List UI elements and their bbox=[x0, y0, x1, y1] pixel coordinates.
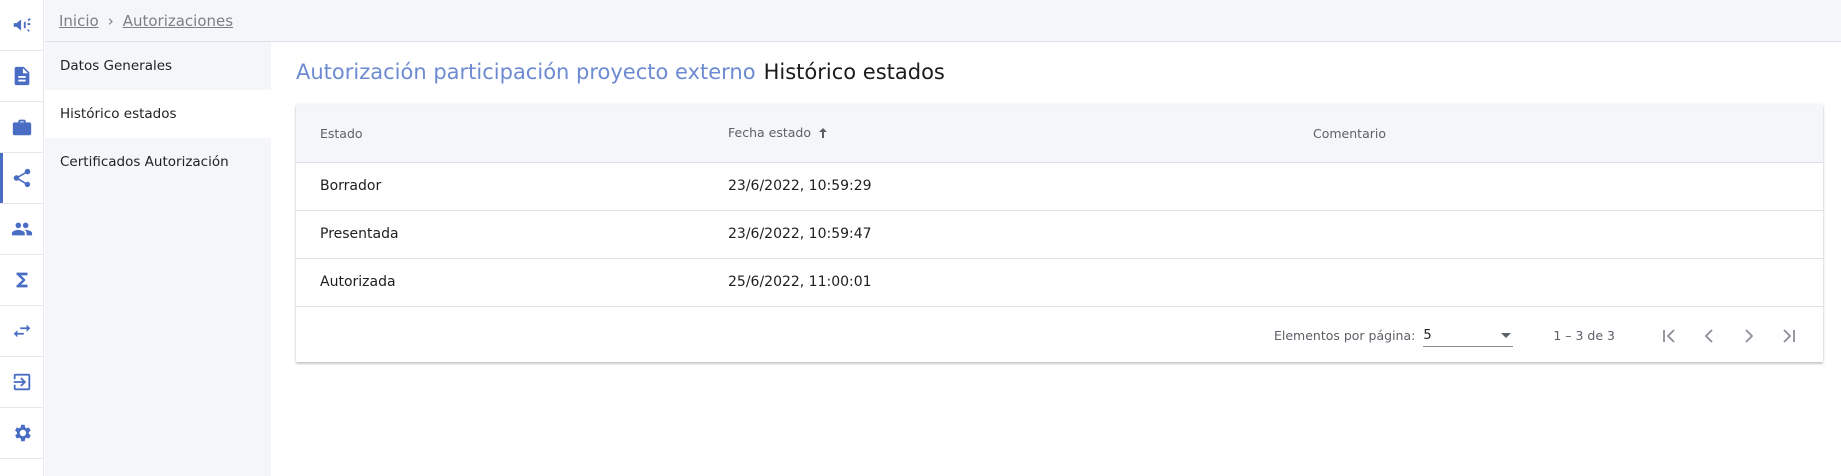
next-page-button[interactable] bbox=[1729, 316, 1769, 356]
chevron-down-icon bbox=[1501, 332, 1512, 338]
history-table-card: Estado Fecha estado Comentario Borrador … bbox=[296, 105, 1823, 362]
table-row: Autorizada 25/6/2022, 11:00:01 bbox=[296, 258, 1823, 307]
rail-item-documents[interactable] bbox=[0, 51, 44, 102]
first-page-icon bbox=[1663, 328, 1675, 343]
rail-item-people[interactable] bbox=[0, 204, 44, 255]
items-per-page-label: Elementos por página: bbox=[1273, 328, 1416, 343]
sigma-icon bbox=[16, 272, 28, 288]
rail-item-projects[interactable] bbox=[0, 102, 44, 153]
items-per-page-select[interactable]: 5 bbox=[1423, 325, 1514, 347]
rail-item-transfer[interactable] bbox=[0, 306, 44, 357]
chevron-right-icon bbox=[1745, 328, 1754, 343]
rail-item-logout[interactable] bbox=[0, 357, 44, 408]
nav-item-historico-estados[interactable]: Histórico estados bbox=[45, 90, 271, 138]
rail-item-settings[interactable] bbox=[0, 408, 44, 459]
column-header-fecha-label: Fecha estado bbox=[728, 124, 811, 140]
cell-comentario bbox=[1313, 210, 1823, 259]
breadcrumb-separator: › bbox=[107, 11, 114, 30]
nav-item-datos-generales[interactable]: Datos Generales bbox=[45, 42, 271, 90]
cell-fecha: 25/6/2022, 11:00:01 bbox=[728, 258, 1313, 307]
table-row: Presentada 23/6/2022, 10:59:47 bbox=[296, 210, 1823, 259]
share-icon bbox=[13, 168, 31, 188]
breadcrumb-current-link[interactable]: Autorizaciones bbox=[123, 12, 233, 30]
last-page-button[interactable] bbox=[1769, 316, 1809, 356]
nav-item-certificados[interactable]: Certificados Autorización bbox=[45, 138, 271, 186]
page-title-section: Histórico estados bbox=[763, 60, 945, 84]
swap-icon bbox=[13, 324, 31, 338]
previous-page-button[interactable] bbox=[1689, 316, 1729, 356]
main-content: Autorización participación proyecto exte… bbox=[271, 42, 1841, 476]
last-page-icon bbox=[1783, 328, 1795, 343]
sort-ascending-icon bbox=[817, 127, 829, 142]
briefcase-icon bbox=[12, 119, 32, 136]
page-title-entity: Autorización participación proyecto exte… bbox=[296, 60, 756, 84]
cell-comentario bbox=[1313, 162, 1823, 211]
column-header-fecha[interactable]: Fecha estado bbox=[728, 105, 1313, 163]
section-nav: Datos Generales Histórico estados Certif… bbox=[45, 42, 271, 476]
first-page-button[interactable] bbox=[1649, 316, 1689, 356]
cell-estado: Borrador bbox=[296, 162, 728, 211]
megaphone-icon bbox=[13, 18, 31, 32]
rail-item-announcements[interactable] bbox=[0, 0, 44, 51]
column-header-comentario[interactable]: Comentario bbox=[1313, 105, 1823, 163]
history-table: Estado Fecha estado Comentario Borrador … bbox=[296, 105, 1823, 307]
cell-fecha: 23/6/2022, 10:59:47 bbox=[728, 210, 1313, 259]
page-range-label: 1 – 3 de 3 bbox=[1553, 328, 1615, 343]
icon-rail bbox=[0, 0, 44, 476]
cell-estado: Autorizada bbox=[296, 258, 728, 307]
breadcrumb-home-link[interactable]: Inicio bbox=[59, 12, 99, 30]
paginator: Elementos por página: 5 1 – 3 de 3 bbox=[296, 307, 1823, 365]
breadcrumb: Inicio › Autorizaciones bbox=[45, 0, 1841, 42]
rail-item-share[interactable] bbox=[0, 153, 44, 204]
cell-fecha: 23/6/2022, 10:59:29 bbox=[728, 162, 1313, 211]
rail-item-sigma[interactable] bbox=[0, 255, 44, 306]
table-header-row: Estado Fecha estado Comentario bbox=[296, 105, 1823, 163]
table-row: Borrador 23/6/2022, 10:59:29 bbox=[296, 162, 1823, 211]
cell-estado: Presentada bbox=[296, 210, 728, 259]
cell-comentario bbox=[1313, 258, 1823, 307]
column-header-estado[interactable]: Estado bbox=[296, 105, 728, 163]
items-per-page-value: 5 bbox=[1423, 327, 1432, 343]
document-icon bbox=[14, 66, 30, 86]
people-icon bbox=[11, 222, 33, 236]
chevron-left-icon bbox=[1704, 328, 1713, 343]
logout-icon bbox=[13, 373, 31, 391]
page-title: Autorización participación proyecto exte… bbox=[296, 60, 945, 84]
gear-icon bbox=[15, 424, 31, 442]
